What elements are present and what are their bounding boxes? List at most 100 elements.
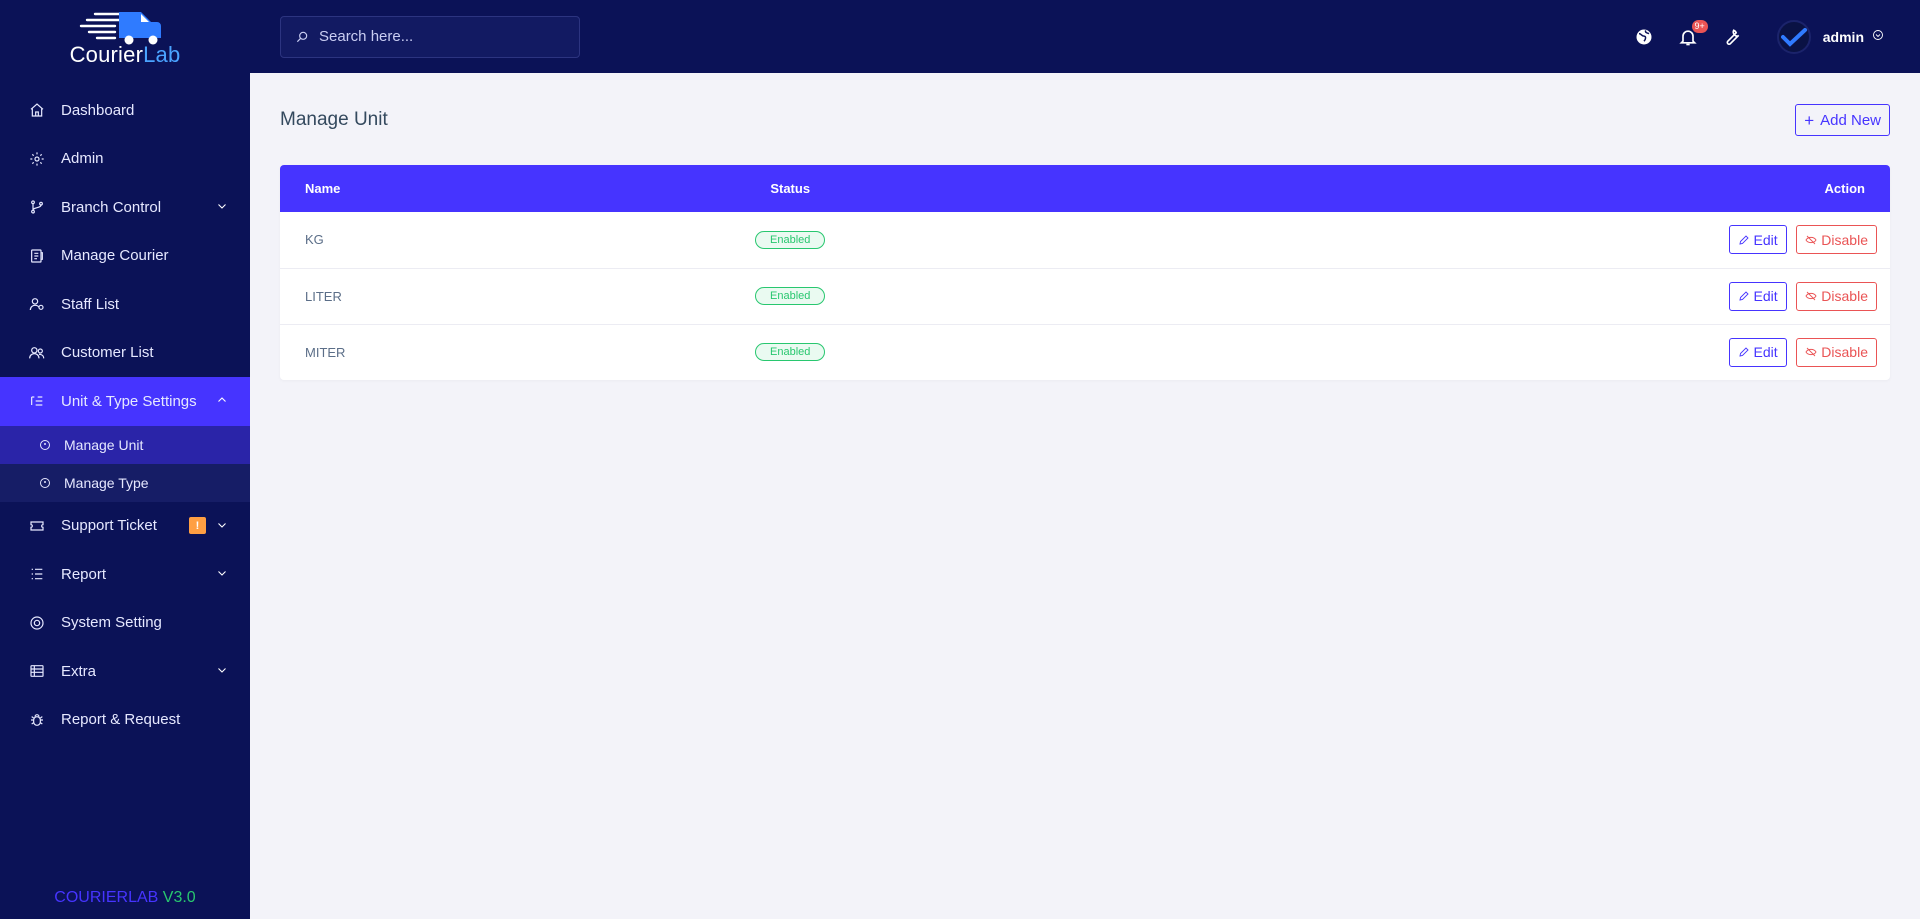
- sidebar-item-report-request[interactable]: Report & Request: [0, 696, 250, 745]
- circle-dot-icon: [40, 439, 50, 450]
- status-cell: Enabled: [730, 268, 850, 324]
- sidebar-item-label: Unit & Type Settings: [61, 392, 197, 410]
- edit-label: Edit: [1753, 288, 1778, 304]
- user-name: admin: [1822, 28, 1864, 45]
- notification-count-badge: 9+: [1691, 19, 1708, 33]
- sidebar-item-manage-courier[interactable]: Manage Courier: [0, 232, 250, 281]
- edit-button[interactable]: Edit: [1728, 337, 1787, 367]
- sidebar-item-label: Support Ticket: [61, 517, 157, 535]
- disable-button[interactable]: Disable: [1796, 225, 1877, 255]
- chevron-down-icon: [216, 567, 230, 581]
- sidebar-item-label: Admin: [61, 150, 104, 168]
- sidebar-item-customer-list[interactable]: Customer List: [0, 329, 250, 378]
- edit-button[interactable]: Edit: [1728, 225, 1787, 255]
- topbar: 9+ admin: [250, 0, 1920, 73]
- delivery-van-icon: [75, 8, 175, 48]
- submenu-unit-type-settings: Manage Unit Manage Type: [0, 425, 250, 502]
- circle-dot-icon: [40, 477, 50, 488]
- sidebar-item-dashboard[interactable]: Dashboard: [0, 86, 250, 135]
- add-new-label: Add New: [1820, 111, 1881, 129]
- sidebar-subitem-manage-type[interactable]: Manage Type: [0, 464, 250, 502]
- version-product: COURIERLAB: [54, 889, 159, 906]
- disable-label: Disable: [1821, 344, 1868, 361]
- sidebar-item-report[interactable]: Report: [0, 550, 250, 599]
- sidebar-item-unit-type-settings[interactable]: Unit & Type Settings: [0, 377, 250, 426]
- action-cell: Edit Disable: [850, 212, 1890, 268]
- chevron-circle-down-icon: [1872, 28, 1884, 46]
- table-header-row: Name Status Action: [280, 165, 1890, 212]
- chevron-down-icon: [216, 519, 230, 533]
- sidebar-item-label: Customer List: [61, 344, 154, 362]
- sidebar-item-label: Report & Request: [61, 711, 181, 729]
- sidebar-item-system-setting[interactable]: System Setting: [0, 599, 250, 648]
- list-settings-icon: [28, 392, 46, 410]
- sidebar-subitem-manage-unit[interactable]: Manage Unit: [0, 425, 250, 464]
- globe-icon[interactable]: [1633, 26, 1655, 48]
- sidebar-item-label: Branch Control: [61, 198, 162, 216]
- disable-label: Disable: [1821, 288, 1868, 304]
- sidebar-item-label: Extra: [61, 662, 97, 680]
- sidebar-item-label: Staff List: [61, 295, 120, 313]
- sidebar-item-staff-list[interactable]: Staff List: [0, 280, 250, 329]
- column-header-status: Status: [770, 181, 811, 196]
- user-menu[interactable]: admin: [1776, 19, 1884, 54]
- status-badge: Enabled: [755, 287, 826, 305]
- wrench-icon[interactable]: [1721, 26, 1743, 48]
- warning-badge: !: [189, 517, 206, 535]
- chevron-down-icon: [216, 200, 230, 214]
- unit-name: MITER: [305, 344, 346, 360]
- topbar-actions: 9+ admin: [1633, 0, 1920, 73]
- eye-slash-icon: [1805, 347, 1817, 357]
- life-ring-icon: [28, 614, 46, 632]
- pencil-icon: [1738, 291, 1749, 301]
- avatar: [1776, 19, 1811, 54]
- action-cell: Edit Disable: [850, 324, 1890, 380]
- disable-button[interactable]: Disable: [1796, 281, 1877, 311]
- search-icon: [296, 31, 308, 42]
- unit-name: KG: [305, 232, 324, 248]
- bell-icon[interactable]: 9+: [1677, 19, 1708, 48]
- status-cell: Enabled: [730, 324, 850, 380]
- search-box: [280, 15, 580, 58]
- sidebar-item-label: Report: [61, 565, 107, 583]
- bug-icon: [28, 711, 46, 729]
- app-version: COURIERLAB V3.0: [0, 889, 250, 907]
- search-input[interactable]: [319, 28, 539, 45]
- sidebar-item-extra[interactable]: Extra: [0, 647, 250, 696]
- sidebar-item-label: System Setting: [61, 614, 162, 632]
- ticket-icon: [28, 517, 46, 535]
- table-row: KG Enabled Edit Disable: [280, 212, 1890, 268]
- chevron-down-icon: [216, 664, 230, 678]
- add-new-button[interactable]: + Add New: [1795, 104, 1890, 136]
- sidebar-item-support-ticket[interactable]: Support Ticket !: [0, 502, 250, 551]
- disable-button[interactable]: Disable: [1796, 337, 1877, 367]
- table-row: MITER Enabled Edit Disable: [280, 324, 1890, 380]
- sidebar-nav: Dashboard Admin Branch Control Manage Co…: [0, 86, 250, 426]
- sidebar: CourierLab Dashboard Admin Branch Contro…: [0, 0, 250, 919]
- eye-slash-icon: [1805, 291, 1817, 301]
- sidebar-item-label: Dashboard: [61, 101, 135, 119]
- edit-button[interactable]: Edit: [1728, 281, 1787, 311]
- sidebar-nav-lower: Support Ticket ! Report System Setting E…: [0, 502, 250, 745]
- action-cell: Edit Disable: [850, 268, 1890, 324]
- eye-slash-icon: [1805, 235, 1817, 245]
- sidebar-item-admin[interactable]: Admin: [0, 135, 250, 184]
- server-icon: [28, 662, 46, 680]
- status-badge: Enabled: [755, 343, 826, 362]
- customers-icon: [28, 344, 46, 362]
- version-number: V3.0: [162, 889, 196, 906]
- pencil-icon: [1738, 347, 1749, 357]
- disable-label: Disable: [1821, 231, 1868, 248]
- check-logo-icon: [1780, 27, 1807, 47]
- edit-label: Edit: [1753, 231, 1778, 248]
- sidebar-item-branch-control[interactable]: Branch Control: [0, 183, 250, 232]
- page-title: Manage Unit: [280, 109, 388, 130]
- brand-logo[interactable]: CourierLab: [0, 0, 250, 70]
- home-icon: [28, 101, 46, 119]
- sidebar-subitem-label: Manage Unit: [64, 436, 144, 453]
- plus-icon: +: [1804, 110, 1815, 130]
- courier-icon: [28, 247, 46, 265]
- pencil-icon: [1738, 235, 1749, 245]
- main-content: Manage Unit + Add New Name Status Action…: [250, 73, 1920, 919]
- table-row: LITER Enabled Edit Disable: [280, 268, 1890, 324]
